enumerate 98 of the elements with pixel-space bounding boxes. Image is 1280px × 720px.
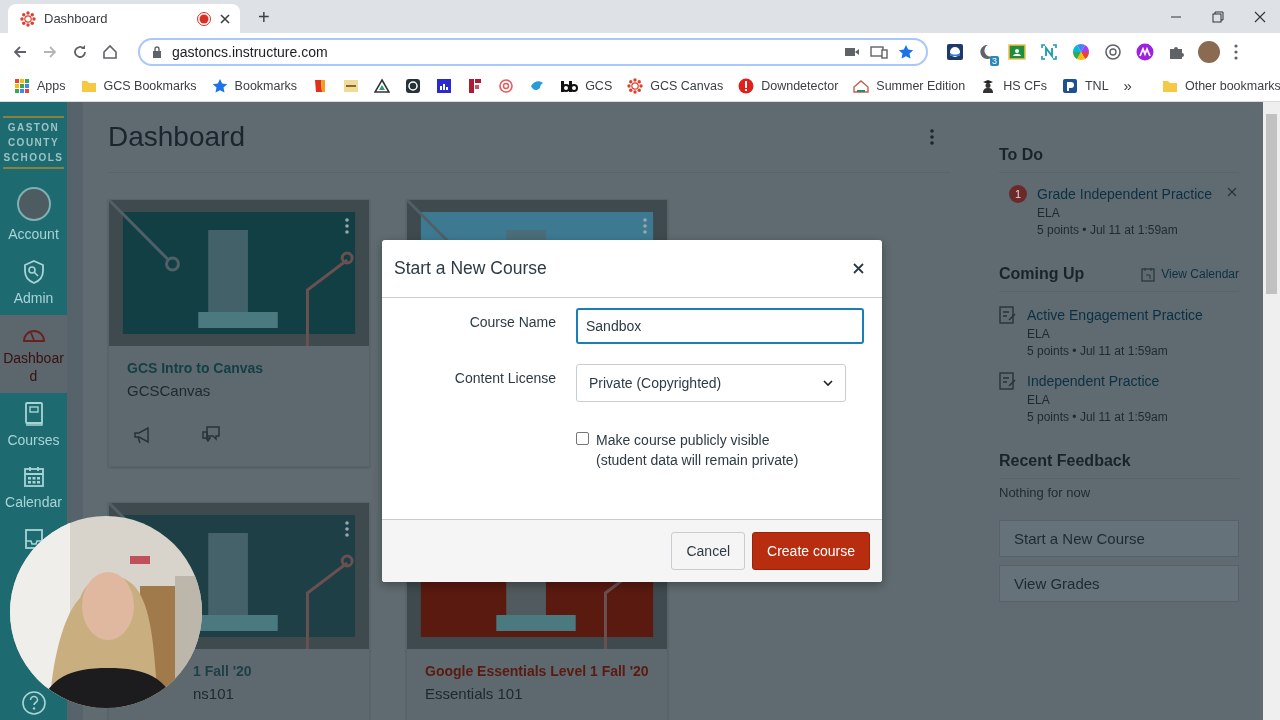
swirl-icon bbox=[1104, 42, 1122, 61]
at-icon bbox=[405, 77, 422, 94]
course-name: ELA bbox=[1027, 327, 1051, 341]
chevron-down-icon bbox=[823, 379, 833, 387]
new-tab-button[interactable]: + bbox=[254, 6, 274, 29]
menu-icon bbox=[1234, 43, 1238, 60]
dialog-title: Start a New Course bbox=[394, 258, 547, 279]
page-title: Dashboard bbox=[108, 121, 245, 153]
canvas-logo-icon bbox=[20, 10, 36, 27]
camera-icon bbox=[844, 45, 860, 58]
due-details: 5 points • Jul 11 at 1:59am bbox=[1027, 344, 1169, 358]
cast-icon bbox=[870, 44, 888, 59]
field-label: Course Name bbox=[468, 313, 556, 332]
m-logo-icon bbox=[1136, 42, 1154, 61]
p-icon bbox=[1062, 77, 1078, 94]
recording-icon bbox=[196, 10, 212, 27]
bookmarks-overflow[interactable]: » bbox=[1123, 77, 1132, 94]
course-code: ns101 bbox=[193, 685, 234, 702]
alert-icon bbox=[738, 77, 755, 94]
scrollbar-thumb[interactable] bbox=[1266, 114, 1277, 294]
count-badge: 1 bbox=[1009, 185, 1027, 203]
close-icon bbox=[853, 263, 864, 274]
nav-item[interactable]: Courses bbox=[0, 393, 67, 457]
star-icon bbox=[898, 43, 914, 60]
bookmark[interactable]: Bookmarks bbox=[211, 77, 298, 94]
close-icon bbox=[220, 13, 230, 24]
nav-item[interactable]: Admin bbox=[0, 251, 67, 315]
kebab-icon bbox=[643, 218, 647, 234]
address-bar[interactable]: gastoncs.instructure.com bbox=[138, 37, 928, 66]
course-code: Essentials 101 bbox=[425, 685, 523, 702]
create-button[interactable]: Create course bbox=[752, 532, 870, 570]
kebab-icon bbox=[930, 129, 934, 145]
url-text: gastoncs.instructure.com bbox=[172, 43, 329, 60]
kebab-icon bbox=[345, 521, 349, 537]
lock-icon bbox=[152, 45, 162, 58]
bookmark[interactable]: GCS Bookmarks bbox=[80, 77, 197, 94]
course-name: ELA bbox=[1037, 206, 1061, 220]
triangle-icon bbox=[374, 77, 391, 94]
classroom-icon bbox=[1008, 43, 1026, 60]
canvas-logo-icon bbox=[627, 77, 644, 94]
back-icon bbox=[12, 43, 28, 60]
bookmark[interactable] bbox=[436, 77, 453, 94]
section-heading: Coming Up bbox=[999, 265, 1085, 283]
nav-item[interactable]: Account bbox=[0, 179, 67, 251]
course-name: ELA bbox=[1027, 393, 1051, 407]
house-icon bbox=[853, 77, 870, 94]
bookmark[interactable]: Other bookmarks bbox=[1161, 77, 1280, 94]
profile-avatar[interactable] bbox=[1198, 40, 1220, 63]
bookmark[interactable] bbox=[374, 77, 391, 94]
bracket-icon bbox=[1040, 42, 1058, 61]
restore-icon bbox=[1212, 10, 1224, 23]
avatar-icon bbox=[16, 187, 51, 221]
checkbox[interactable] bbox=[576, 432, 589, 445]
due-details: 5 points • Jul 11 at 1:59am bbox=[1027, 410, 1168, 424]
help-icon bbox=[20, 690, 47, 716]
license-dropdown[interactable]: Private (Copyrighted) bbox=[576, 364, 846, 402]
discussion-icon bbox=[201, 425, 221, 445]
bars-icon bbox=[436, 77, 453, 94]
bookmark[interactable]: GCS Canvas bbox=[627, 77, 724, 94]
bookmark[interactable]: HS CFs bbox=[980, 77, 1047, 94]
course-name-field[interactable]: Sandbox bbox=[576, 308, 864, 344]
calendar-icon bbox=[21, 465, 46, 489]
extension-icon bbox=[946, 42, 964, 61]
school-logo: GASTON COUNTY SCHOOLS bbox=[3, 116, 64, 169]
grid-icon bbox=[467, 77, 484, 94]
color-wheel-icon bbox=[1072, 42, 1090, 61]
square-icon bbox=[343, 77, 360, 94]
nav-item[interactable]: Calendar bbox=[0, 457, 67, 519]
apps-icon bbox=[14, 77, 30, 94]
due-details: 5 points • Jul 11 at 1:59am bbox=[1037, 223, 1179, 237]
field-label: Content License bbox=[453, 369, 556, 388]
bookmark[interactable]: Summer Edition bbox=[853, 77, 966, 94]
tab-title: Dashboard bbox=[44, 11, 109, 26]
kebab-icon bbox=[345, 218, 349, 234]
dismiss-icon bbox=[1227, 187, 1237, 197]
close-icon bbox=[1254, 10, 1266, 23]
bookmark[interactable] bbox=[467, 77, 484, 94]
bookmark[interactable]: Apps bbox=[14, 77, 66, 94]
section-heading: Recent Feedback bbox=[999, 452, 1131, 470]
calendar-icon bbox=[1141, 266, 1156, 282]
bookmark[interactable]: TNL bbox=[1062, 77, 1109, 94]
section-heading: To Do bbox=[999, 146, 1044, 164]
extension-badge: 3 bbox=[990, 55, 999, 66]
assignment-icon bbox=[999, 306, 1017, 324]
browser-tab[interactable]: Dashboard bbox=[8, 4, 240, 33]
checkbox-label: Make course publicly visible (student data will remain private) bbox=[596, 431, 799, 470]
star-icon bbox=[211, 77, 228, 94]
reload-icon bbox=[72, 43, 88, 60]
home-icon bbox=[102, 43, 118, 60]
course-code: GCSCanvas bbox=[127, 382, 211, 399]
bookmark[interactable]: GCS bbox=[560, 77, 613, 94]
forward-icon bbox=[42, 43, 58, 60]
bookmark[interactable] bbox=[405, 77, 422, 94]
swirl-icon bbox=[498, 77, 515, 94]
cancel-button[interactable]: Cancel bbox=[671, 532, 746, 570]
assignment-icon bbox=[999, 372, 1017, 390]
empty-message: Nothing for now bbox=[999, 485, 1092, 500]
bookmark[interactable]: Downdetector bbox=[738, 77, 839, 94]
